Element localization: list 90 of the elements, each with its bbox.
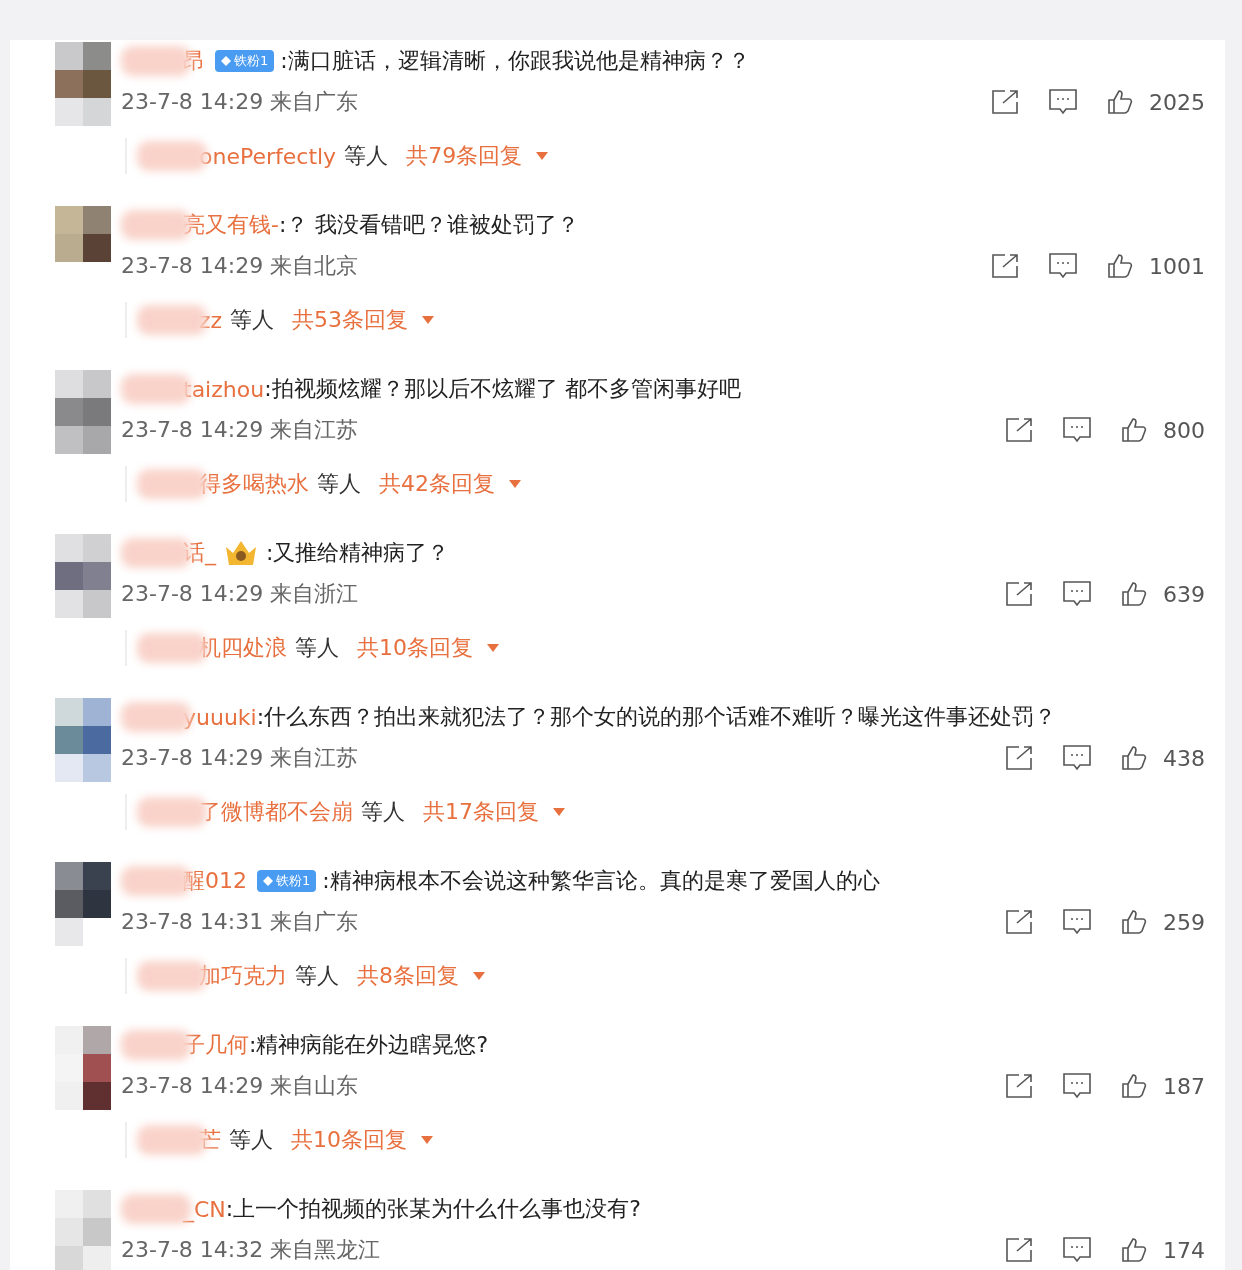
avatar-icon[interactable] xyxy=(55,862,111,946)
fan-badge: 铁粉1 xyxy=(215,50,275,72)
reply-count-link[interactable]: 共10条回复 xyxy=(357,633,499,663)
reply-user-names[interactable]: 机四处浪 xyxy=(199,633,287,663)
comment-icon[interactable] xyxy=(1063,581,1091,607)
user-name[interactable]: 醒012 xyxy=(183,866,247,896)
reply-count-link[interactable]: 共17条回复 xyxy=(423,797,565,827)
thumbs-up-icon[interactable] xyxy=(1121,909,1147,935)
comment-icon[interactable] xyxy=(1063,1073,1091,1099)
timestamp: 23-7-8 14:29 来自浙江 xyxy=(121,580,359,608)
timestamp: 23-7-8 14:29 来自北京 xyxy=(121,252,359,280)
thumbs-up-icon[interactable] xyxy=(1121,745,1147,771)
avatar-icon[interactable] xyxy=(55,42,111,126)
caret-icon xyxy=(473,972,485,980)
thumbs-up-icon[interactable] xyxy=(1107,89,1133,115)
caret-icon xyxy=(487,644,499,652)
others-label: 等人 xyxy=(230,306,275,334)
like-count: 2025 xyxy=(1149,89,1205,115)
thumbs-up-icon[interactable] xyxy=(1121,1073,1147,1099)
like-count: 438 xyxy=(1163,745,1205,771)
thumbs-up-icon[interactable] xyxy=(1121,581,1147,607)
comment-text: :上一个拍视频的张某为什么什么事也没有? xyxy=(225,1195,641,1223)
reply-count-link[interactable]: 共79条回复 xyxy=(406,141,549,171)
caret-icon xyxy=(421,1136,433,1144)
others-label: 等人 xyxy=(361,798,405,826)
user-name[interactable]: 昂 xyxy=(183,46,205,76)
user-name[interactable]: _CN xyxy=(183,1196,226,1222)
comment-icon[interactable] xyxy=(1049,89,1077,115)
comment-text: :？ 我没看错吧？谁被处罚了？ xyxy=(278,211,580,239)
caret-icon xyxy=(553,808,565,816)
like-count: 259 xyxy=(1163,909,1205,935)
comment-text: :精神病根本不会说这种繁华言论。真的是寒了爱国人的心 xyxy=(322,867,880,895)
caret-icon xyxy=(509,480,521,488)
timestamp: 23-7-8 14:29 来自江苏 xyxy=(121,416,359,444)
comment-text: :拍视频炫耀？那以后不炫耀了 都不多管闲事好吧 xyxy=(264,375,741,403)
timestamp: 23-7-8 14:32 来自黑龙江 xyxy=(121,1236,381,1264)
timestamp: 23-7-8 14:29 来自江苏 xyxy=(121,744,359,772)
comment-icon[interactable] xyxy=(1063,417,1091,443)
caret-icon xyxy=(422,316,435,324)
reply-user-names[interactable]: 了微博都不会崩 xyxy=(199,797,353,827)
others-label: 等人 xyxy=(229,1126,273,1154)
reply-user-names[interactable]: 加巧克力 xyxy=(199,961,287,991)
share-icon[interactable] xyxy=(1005,909,1033,935)
caret-icon xyxy=(536,152,549,160)
user-name[interactable]: 亮又有钱- xyxy=(183,210,279,240)
like-count: 174 xyxy=(1163,1237,1205,1263)
user-name[interactable]: 子几何 xyxy=(183,1030,249,1060)
thumbs-up-icon[interactable] xyxy=(1121,1237,1147,1263)
reply-count-link[interactable]: 共8条回复 xyxy=(357,961,485,991)
comment-text: :精神病能在外边瞎晃悠? xyxy=(249,1031,489,1059)
comment-text: :什么东西？拍出来就犯法了？那个女的说的那个话难不难听？曝光这件事还处罚？ xyxy=(256,703,1057,731)
reply-count-link[interactable]: 共53条回复 xyxy=(292,305,435,335)
reply-user-names[interactable]: 芒 xyxy=(199,1125,221,1155)
thumbs-up-icon[interactable] xyxy=(1107,253,1133,279)
timestamp: 23-7-8 14:29 来自广东 xyxy=(121,88,359,116)
share-icon[interactable] xyxy=(1005,1073,1033,1099)
like-count: 1001 xyxy=(1149,253,1205,279)
comment-icon[interactable] xyxy=(1049,253,1077,279)
user-name[interactable]: 话_ xyxy=(183,538,216,568)
share-icon[interactable] xyxy=(991,253,1019,279)
reply-user-names[interactable]: zz xyxy=(199,307,223,333)
reply-count-link[interactable]: 共10条回复 xyxy=(291,1125,433,1155)
timestamp: 23-7-8 14:29 来自山东 xyxy=(121,1072,359,1100)
comment-icon[interactable] xyxy=(1063,909,1091,935)
share-icon[interactable] xyxy=(991,89,1019,115)
reply-count-link[interactable]: 共42条回复 xyxy=(379,469,521,499)
crown-icon xyxy=(224,539,258,567)
comment-icon[interactable] xyxy=(1063,745,1091,771)
thumbs-up-icon[interactable] xyxy=(1121,417,1147,443)
others-label: 等人 xyxy=(295,634,339,662)
avatar-icon[interactable] xyxy=(55,1026,111,1110)
like-count: 800 xyxy=(1163,417,1205,443)
timestamp: 23-7-8 14:31 来自广东 xyxy=(121,908,359,936)
user-name[interactable]: taizhou xyxy=(183,376,265,402)
others-label: 等人 xyxy=(344,142,389,170)
share-icon[interactable] xyxy=(1005,417,1033,443)
comment-text: :满口脏话，逻辑清晰，你跟我说他是精神病？？ xyxy=(280,47,750,75)
reply-user-names[interactable]: 得多喝热水 xyxy=(199,469,309,499)
share-icon[interactable] xyxy=(1005,1237,1033,1263)
comment-text: :又推给精神病了？ xyxy=(266,539,450,567)
fan-badge: 铁粉1 xyxy=(257,870,317,892)
user-name[interactable]: yuuuki xyxy=(183,704,257,730)
share-icon[interactable] xyxy=(1005,745,1033,771)
others-label: 等人 xyxy=(295,962,339,990)
others-label: 等人 xyxy=(317,470,361,498)
like-count: 639 xyxy=(1163,581,1205,607)
comment-icon[interactable] xyxy=(1063,1237,1091,1263)
reply-user-names[interactable]: onePerfectly xyxy=(199,143,337,169)
like-count: 187 xyxy=(1163,1073,1205,1099)
share-icon[interactable] xyxy=(1005,581,1033,607)
